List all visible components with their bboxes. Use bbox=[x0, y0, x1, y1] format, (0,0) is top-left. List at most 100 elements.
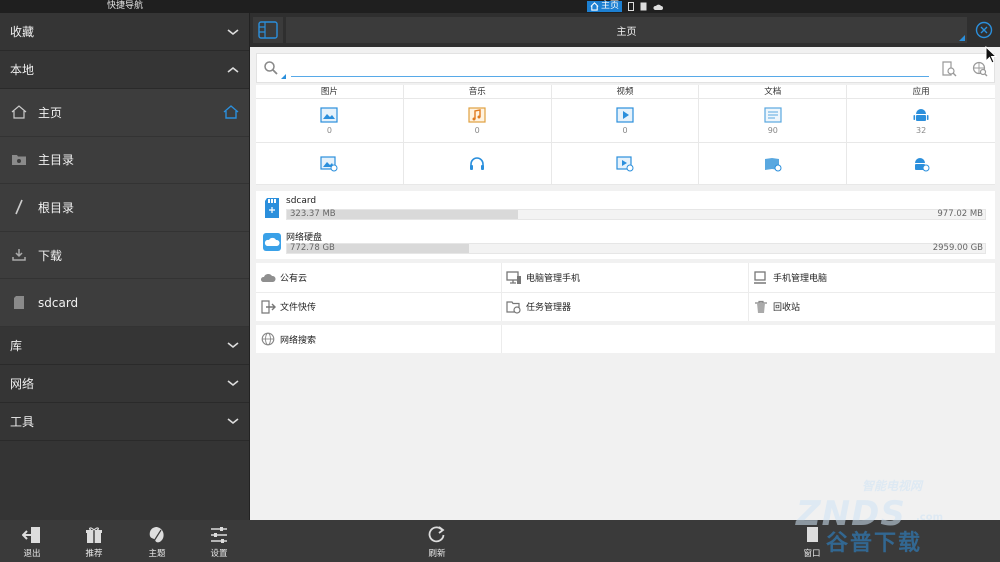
image-icon bbox=[320, 106, 338, 123]
category-grid: 图片 音乐 视频 文档 应用 0 0 0 90 32 bbox=[256, 85, 995, 185]
sidebar-section-label: 工具 bbox=[10, 414, 35, 429]
cloud-small-icon[interactable] bbox=[653, 3, 664, 11]
tools-panel: 公有云 电脑管理手机 手机管理电脑 文件快传 任务管理器 回收站 bbox=[256, 263, 995, 321]
category-docs-net[interactable] bbox=[699, 143, 848, 185]
exit-icon bbox=[22, 527, 40, 543]
window-tabs: 主页 bbox=[587, 1, 664, 12]
category-video[interactable]: 0 bbox=[551, 99, 700, 143]
chevron-down-icon bbox=[227, 342, 239, 349]
category-header-video[interactable]: 视频 bbox=[551, 85, 700, 99]
watermark-text: 谷普下载 bbox=[826, 531, 923, 556]
local-items-list: 主页 主目录 根目录 下载 sdcard bbox=[0, 89, 249, 327]
android-icon bbox=[913, 108, 929, 121]
gift-icon bbox=[86, 527, 102, 543]
settings-button[interactable]: 设置 bbox=[199, 526, 239, 559]
sidebar-section-local[interactable]: 本地 bbox=[0, 51, 249, 89]
book-cloud-icon bbox=[764, 157, 782, 171]
tool-pc-manage-phone[interactable]: 电脑管理手机 bbox=[506, 263, 746, 292]
tool-label: 回收站 bbox=[773, 303, 801, 313]
tab-home[interactable]: 主页 bbox=[587, 1, 623, 12]
phone-manage-pc-icon bbox=[753, 270, 769, 285]
refresh-icon bbox=[428, 526, 445, 543]
category-apps[interactable]: 32 bbox=[847, 99, 995, 143]
close-button[interactable] bbox=[969, 17, 999, 43]
theme-label: 主题 bbox=[148, 549, 166, 559]
sidebar-section-library[interactable]: 库 bbox=[0, 326, 249, 365]
video-icon bbox=[616, 106, 634, 123]
window-icon bbox=[258, 21, 278, 39]
storage-row-netdisk[interactable]: 网络硬盘 772.78 GB 2959.00 GB bbox=[256, 225, 995, 259]
music-icon bbox=[468, 106, 486, 123]
tool-phone-manage-pc[interactable]: 手机管理电脑 bbox=[753, 263, 993, 292]
category-docs[interactable]: 90 bbox=[699, 99, 848, 143]
mouse-cursor-icon bbox=[985, 46, 997, 64]
sidebar-section-label: 网络 bbox=[10, 376, 35, 391]
category-header-music[interactable]: 音乐 bbox=[403, 85, 552, 99]
storage-name: sdcard bbox=[286, 196, 317, 206]
category-apps-net[interactable] bbox=[847, 143, 995, 185]
sidebar-section-label: 库 bbox=[10, 338, 23, 353]
watermark-text: .com bbox=[916, 512, 944, 523]
window-switch-button[interactable] bbox=[253, 17, 283, 43]
category-music-net[interactable] bbox=[403, 143, 552, 185]
category-count: 32 bbox=[916, 125, 927, 135]
cloud-drive-icon bbox=[263, 233, 281, 251]
tool-net-search[interactable]: 网络搜索 bbox=[260, 325, 500, 353]
tool-label: 任务管理器 bbox=[526, 303, 572, 313]
sidebar-section-favorites[interactable]: 收藏 bbox=[0, 13, 249, 51]
exit-button[interactable]: 退出 bbox=[12, 526, 52, 559]
category-header-images[interactable]: 图片 bbox=[256, 85, 404, 99]
chevron-down-icon bbox=[227, 418, 239, 425]
tool-recycle-bin[interactable]: 回收站 bbox=[753, 292, 993, 321]
sidebar-item-label: 根目录 bbox=[38, 200, 75, 215]
sidebar-section-label: 本地 bbox=[10, 63, 35, 77]
sidebar-item-label: sdcard bbox=[38, 295, 79, 310]
refresh-label: 刷新 bbox=[428, 549, 446, 559]
phone-icon[interactable] bbox=[628, 2, 635, 11]
exit-label: 退出 bbox=[23, 549, 41, 559]
tool-file-transfer[interactable]: 文件快传 bbox=[260, 292, 500, 321]
category-images[interactable]: 0 bbox=[256, 99, 404, 143]
tool-label: 公有云 bbox=[280, 274, 308, 284]
sidebar-item-label: 主页 bbox=[38, 105, 63, 120]
tool-label: 网络搜索 bbox=[280, 335, 317, 346]
storage-row-sdcard[interactable]: sdcard 323.37 MB 977.02 MB bbox=[256, 191, 995, 225]
home-icon bbox=[590, 2, 599, 11]
sidebar-item-home-dir[interactable]: 主目录 bbox=[0, 137, 249, 185]
file-search-button[interactable] bbox=[938, 58, 960, 80]
storage-name: 网络硬盘 bbox=[286, 233, 323, 243]
recommend-button[interactable]: 推荐 bbox=[74, 526, 114, 559]
sidebar-item-download[interactable]: 下载 bbox=[0, 232, 249, 280]
category-header-apps[interactable]: 应用 bbox=[847, 85, 995, 99]
sidebar-item-sdcard[interactable]: sdcard bbox=[0, 279, 249, 327]
document-icon bbox=[764, 106, 782, 123]
storage-panel: sdcard 323.37 MB 977.02 MB 网络硬盘 772.78 G… bbox=[256, 191, 995, 259]
sidebar-item-home[interactable]: 主页 bbox=[0, 89, 249, 137]
category-video-net[interactable] bbox=[551, 143, 700, 185]
cloud-icon bbox=[260, 271, 276, 285]
sidebar-section-tools[interactable]: 工具 bbox=[0, 402, 249, 441]
storage-usage-bar bbox=[286, 243, 986, 254]
settings-label: 设置 bbox=[210, 549, 228, 559]
sidebar-item-root[interactable]: 根目录 bbox=[0, 184, 249, 232]
tool-task-manager[interactable]: 任务管理器 bbox=[506, 292, 746, 321]
sdcard-icon bbox=[10, 295, 28, 311]
category-images-net[interactable] bbox=[256, 143, 404, 185]
main-panel: 主页 图片 音乐 视频 文档 应用 0 0 0 90 32 sdcard 323… bbox=[249, 13, 1000, 520]
sdcard-small-icon[interactable] bbox=[640, 2, 647, 11]
dropdown-corner-icon bbox=[959, 35, 965, 41]
page-title[interactable]: 主页 bbox=[286, 17, 967, 43]
refresh-button[interactable]: 刷新 bbox=[417, 526, 457, 559]
category-header-docs[interactable]: 文档 bbox=[699, 85, 848, 99]
home-active-icon bbox=[223, 105, 239, 119]
storage-usage-bar bbox=[286, 209, 986, 220]
theme-button[interactable]: 主题 bbox=[137, 526, 177, 559]
search-corner-icon bbox=[281, 74, 286, 79]
chevron-up-icon bbox=[227, 66, 239, 73]
storage-used: 323.37 MB bbox=[290, 209, 336, 219]
category-music[interactable]: 0 bbox=[403, 99, 552, 143]
file-search-icon bbox=[942, 61, 957, 77]
sidebar-section-network[interactable]: 网络 bbox=[0, 364, 249, 403]
search-input[interactable] bbox=[291, 59, 929, 77]
tool-public-cloud[interactable]: 公有云 bbox=[260, 263, 500, 292]
